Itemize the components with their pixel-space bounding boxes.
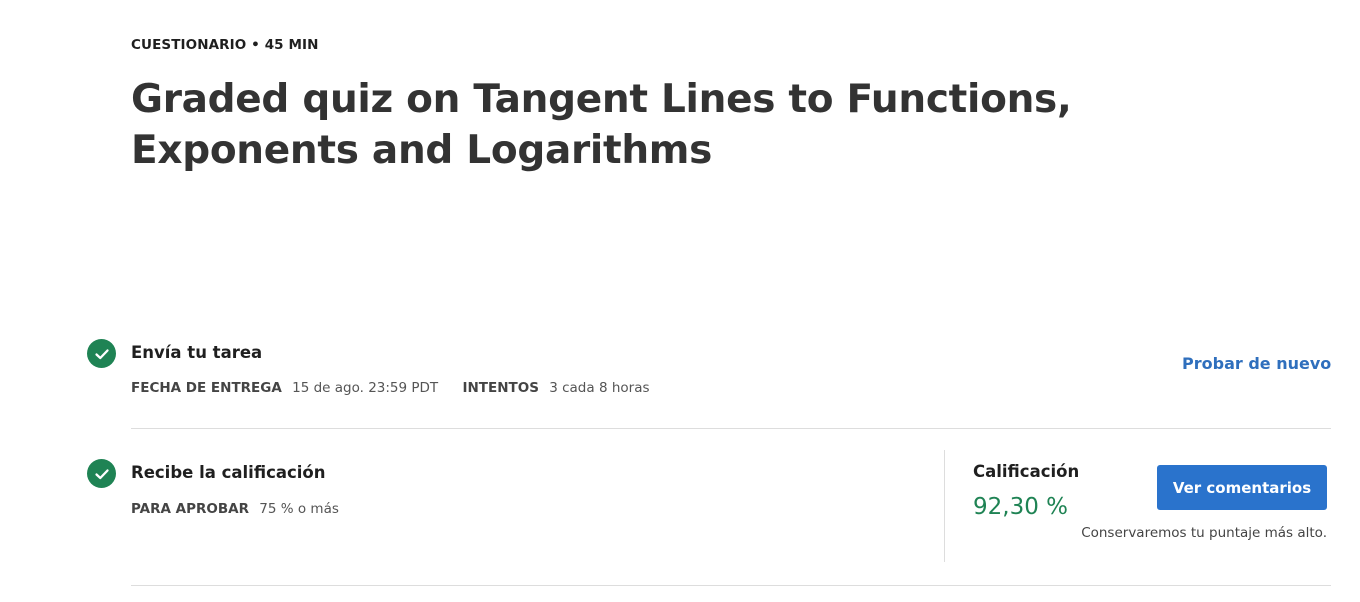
retry-link[interactable]: Probar de nuevo <box>1182 354 1331 373</box>
check-circle-icon <box>87 339 116 368</box>
submit-step-title: Envía tu tarea <box>131 343 263 362</box>
quiz-page: CUESTIONARIO • 45 MIN Graded quiz on Tan… <box>0 0 1360 602</box>
attempts-value: 3 cada 8 horas <box>549 380 650 396</box>
due-date-value: 15 de ago. 23:59 PDT <box>292 380 439 396</box>
attempts-label: INTENTOS <box>462 380 539 396</box>
grade-step-meta: PARA APROBAR 75 % o más <box>131 501 359 517</box>
section-divider <box>131 585 1331 586</box>
view-feedback-button[interactable]: Ver comentarios <box>1157 465 1327 510</box>
submit-step-meta: FECHA DE ENTREGA 15 de ago. 23:59 PDT IN… <box>131 380 670 396</box>
page-title: Graded quiz on Tangent Lines to Function… <box>131 77 1072 173</box>
due-date-label: FECHA DE ENTREGA <box>131 380 282 396</box>
vertical-divider <box>944 450 945 562</box>
pass-threshold-label: PARA APROBAR <box>131 501 249 517</box>
grade-step-title: Recibe la calificación <box>131 463 326 482</box>
checkmark-icon <box>94 468 109 479</box>
checkmark-icon <box>94 348 109 359</box>
highest-score-note: Conservaremos tu puntaje más alto. <box>1081 525 1327 541</box>
grade-label: Calificación <box>973 462 1080 481</box>
grade-value: 92,30 % <box>973 494 1069 520</box>
pass-threshold-value: 75 % o más <box>259 501 339 517</box>
quiz-type-label: CUESTIONARIO • 45 MIN <box>131 37 319 53</box>
section-divider <box>131 428 1331 429</box>
check-circle-icon <box>87 459 116 488</box>
